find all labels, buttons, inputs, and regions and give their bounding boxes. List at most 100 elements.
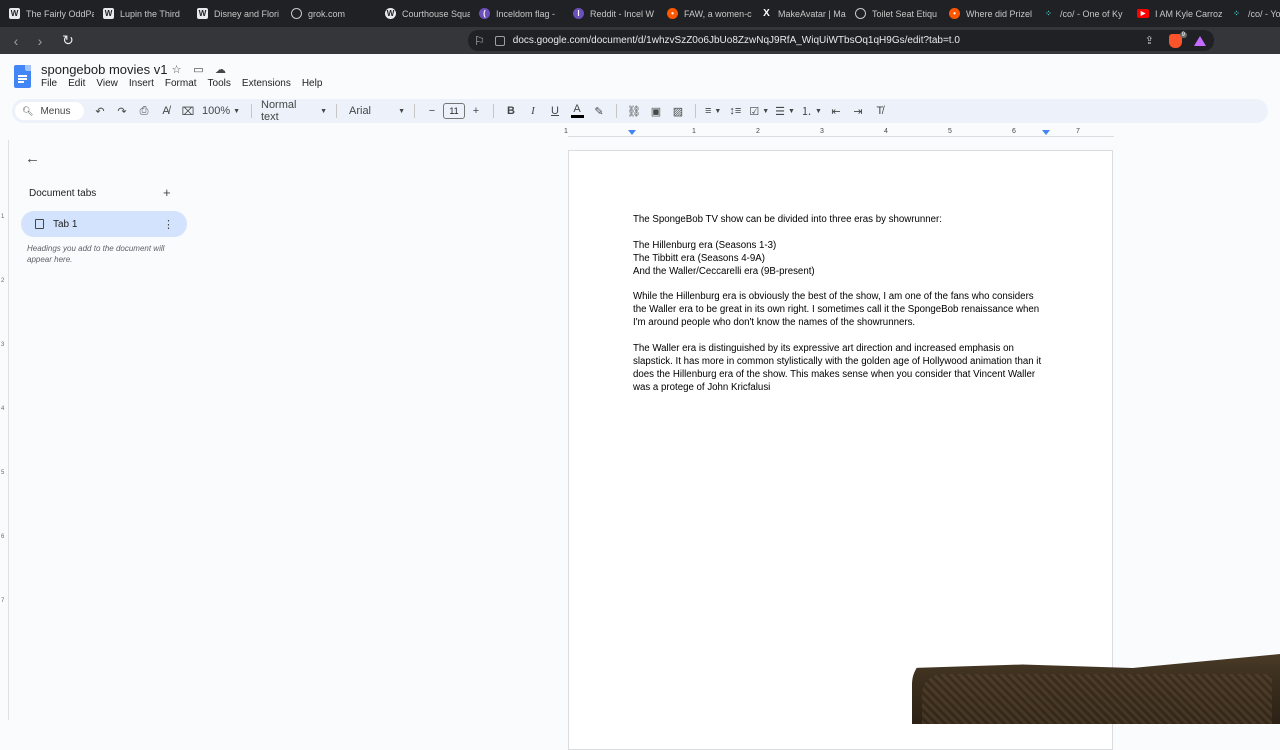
browser-tab[interactable]: I Reddit - Incel W (564, 0, 658, 27)
back-icon[interactable]: ‹ (6, 31, 26, 51)
browser-tab[interactable]: • FAW, a women-c (658, 0, 752, 27)
document-page[interactable]: The SpongeBob TV show can be divided int… (568, 150, 1113, 750)
4chan-icon: ⁘ (1045, 9, 1052, 18)
undo-icon[interactable]: ↶ (92, 101, 108, 121)
horizontal-ruler[interactable]: 1 1 2 3 4 5 6 7 (560, 128, 1116, 140)
underline-icon[interactable]: U (547, 101, 563, 121)
right-indent-marker[interactable] (1042, 130, 1050, 135)
shields-count-badge: 9 (1179, 32, 1187, 38)
browser-tab-title: MakeAvatar | Ma (778, 8, 846, 19)
star-icon[interactable]: ☆ (170, 63, 183, 76)
caret-down-icon: ▼ (233, 107, 241, 115)
increase-font-size-icon[interactable]: + (468, 101, 484, 121)
add-comment-icon[interactable]: ▣ (648, 101, 664, 121)
toolbar-divider (336, 104, 337, 118)
numbered-list-icon[interactable]: ⒈ ▼ (801, 101, 822, 121)
youtube-icon: ▶ (1137, 9, 1149, 18)
back-arrow-icon[interactable]: ← (25, 150, 40, 167)
font-select[interactable]: Arial ▼ (349, 101, 405, 121)
browser-tab-title: /co/ - One of Ky (1060, 8, 1123, 19)
checklist-icon[interactable]: ☑ ▼ (749, 101, 769, 121)
document-title[interactable]: spongebob movies v1 (41, 62, 167, 77)
browser-tab[interactable]: W Courthouse Squa (376, 0, 470, 27)
wikipedia-icon: W (197, 8, 208, 19)
browser-tab[interactable]: W Disney and Flori (188, 0, 282, 27)
tab-label: Tab 1 (53, 218, 78, 230)
caret-down-icon: ▼ (320, 107, 327, 115)
text-line: the Waller era to be great in its own ri… (633, 304, 1040, 316)
ruler-number: 6 (1, 534, 5, 540)
menu-file[interactable]: File (41, 78, 57, 89)
brave-rewards-icon[interactable] (1194, 35, 1206, 46)
x-icon: X (761, 8, 772, 19)
browser-tab[interactable]: (Inceldom flag - (470, 0, 564, 27)
browser-tab[interactable]: ▶ I AM Kyle Carroz (1128, 0, 1222, 27)
forward-icon[interactable]: › (30, 31, 50, 51)
document-tabs-heading: Document tabs (29, 188, 97, 199)
browser-tab[interactable]: ⁘ /co/ - One of Ky (1034, 0, 1128, 27)
browser-tab[interactable]: grok.com (282, 0, 376, 27)
font-size-input[interactable]: 11 (443, 103, 465, 119)
menu-edit[interactable]: Edit (68, 78, 85, 89)
eras-list: The Hillenburg era (Seasons 1-3) The Tib… (633, 240, 1053, 279)
url-text[interactable]: docs.google.com/document/d/1whzvSzZ0o6Jb… (513, 35, 960, 46)
menu-view[interactable]: View (96, 78, 118, 89)
browser-tab-title: Toilet Seat Etiqu (872, 8, 938, 19)
print-icon[interactable]: ⎙ (136, 101, 152, 121)
highlight-icon[interactable]: ✎ (591, 101, 607, 121)
share-icon[interactable]: ⇪ (1145, 34, 1154, 47)
bookmark-icon[interactable]: ⚐ (474, 34, 485, 48)
document-body[interactable]: The SpongeBob TV show can be divided int… (633, 214, 1053, 408)
spellcheck-icon[interactable]: A̸ (158, 101, 174, 121)
cloud-status-icon[interactable]: ☁ (214, 63, 227, 76)
zoom-select[interactable]: 100% ▼ (202, 101, 242, 121)
decrease-font-size-icon[interactable]: − (424, 101, 440, 121)
ruler-number: 7 (1076, 128, 1080, 135)
menu-tools[interactable]: Tools (208, 78, 231, 89)
menu-extensions[interactable]: Extensions (242, 78, 291, 89)
docs-logo-icon[interactable] (14, 65, 31, 88)
browser-tab-title: Where did Prizel (966, 8, 1033, 19)
vertical-ruler: 1 2 3 4 5 6 7 (0, 140, 10, 720)
paint-format-icon[interactable]: ⌧ (180, 101, 196, 121)
wikipedia-icon: W (103, 8, 114, 19)
browser-tab[interactable]: ⁘ /co/ - You have (1222, 0, 1280, 27)
decrease-indent-icon[interactable]: ⇤ (828, 101, 844, 121)
menus-search[interactable]: 🔍︎ Menus (15, 102, 84, 120)
left-indent-marker[interactable] (628, 130, 636, 135)
sidebar-tab-1[interactable]: Tab 1 ⋮ (21, 211, 187, 237)
site-info-icon[interactable] (494, 35, 505, 46)
clear-formatting-icon[interactable]: T̸ (872, 101, 888, 121)
more-vert-icon[interactable]: ⋮ (163, 218, 174, 231)
bulleted-list-icon[interactable]: ☰ ▼ (775, 101, 795, 121)
browser-tab[interactable]: X MakeAvatar | Ma (752, 0, 846, 27)
browser-tab[interactable]: W The Fairly OddPa (0, 0, 94, 27)
ruler-number: 5 (1, 470, 5, 476)
reload-icon[interactable]: ↻ (58, 31, 78, 51)
paragraph-style-select[interactable]: Normal text ▼ (261, 99, 327, 123)
move-folder-icon[interactable]: ▭ (192, 63, 205, 76)
menu-insert[interactable]: Insert (129, 78, 154, 89)
align-icon[interactable]: ≡ ▼ (705, 101, 721, 121)
toolbar-divider (695, 104, 696, 118)
line-spacing-icon[interactable]: ↕≡ (727, 101, 743, 121)
menu-help[interactable]: Help (302, 78, 323, 89)
insert-link-icon[interactable]: ⛓ (626, 101, 642, 121)
increase-indent-icon[interactable]: ⇥ (850, 101, 866, 121)
browser-tab[interactable]: • Where did Prizel (940, 0, 1034, 27)
italic-icon[interactable]: I (525, 101, 541, 121)
text-color-icon[interactable]: A (569, 101, 585, 121)
browser-tab[interactable]: W Lupin the Third (94, 0, 188, 27)
site-icon (855, 8, 866, 19)
add-tab-icon[interactable]: + (163, 185, 171, 200)
ruler-number: 1 (1, 214, 5, 220)
redo-icon[interactable]: ↷ (114, 101, 130, 121)
grok-icon (291, 8, 302, 19)
address-bar[interactable]: ⚐ docs.google.com/document/d/1whzvSzZ0o6… (468, 30, 1214, 51)
text-line: was a protege of John Kricfalusi (633, 381, 771, 393)
menu-format[interactable]: Format (165, 78, 197, 89)
bold-icon[interactable]: B (503, 101, 519, 121)
insert-image-icon[interactable]: ▨ (670, 101, 686, 121)
browser-tab-title: Lupin the Third (120, 8, 180, 19)
browser-tab[interactable]: Toilet Seat Etiqu (846, 0, 940, 27)
